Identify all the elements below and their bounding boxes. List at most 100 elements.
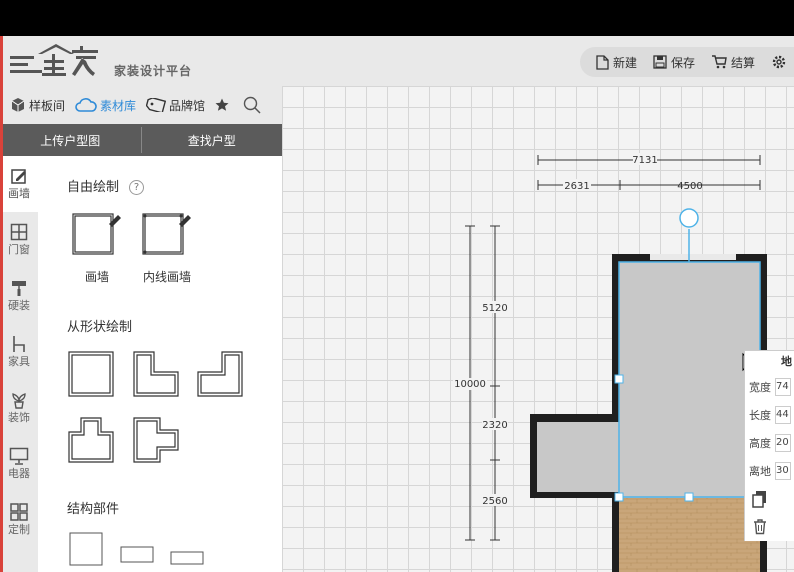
category-nav: 画墙 门窗 硬装 家具 装饰 电器 定制	[0, 156, 38, 572]
top-toolbar: 新建 保存 结算	[580, 47, 794, 77]
star-icon[interactable]	[215, 98, 229, 112]
dim-left-total: 10000	[454, 379, 486, 390]
header: 家装设计平台 新建 保存 结算	[0, 36, 794, 86]
shape-draw-title: 从形状绘制	[67, 320, 133, 335]
design-canvas[interactable]: 7131 2631 4500 10000 5120 2320 2560	[282, 86, 794, 572]
draw-wall-icon	[72, 213, 121, 255]
prop-elevation-input[interactable]: 30	[775, 462, 791, 480]
new-button[interactable]: 新建	[596, 54, 637, 71]
checkout-button[interactable]: 结算	[711, 54, 755, 71]
floorplan-actions: 上传户型图 查找户型	[0, 124, 282, 156]
l-room-shape[interactable]	[132, 350, 180, 398]
reverse-l-room-shape[interactable]	[196, 350, 244, 398]
side-room[interactable]	[537, 422, 619, 492]
rotate-handle[interactable]	[679, 208, 699, 228]
new-label: 新建	[613, 55, 638, 70]
nav-item-appliances[interactable]: 电器	[0, 436, 38, 492]
draw-wall-tool[interactable]: 画墙	[67, 210, 127, 285]
dim-seg-1: 5120	[482, 303, 507, 314]
main-room[interactable]	[619, 262, 760, 498]
paint-roller-icon	[12, 281, 26, 296]
prop-label: 宽度	[749, 381, 771, 394]
library-tabs: 样板间 素材库 品牌馆	[0, 86, 282, 124]
brand-logo	[10, 44, 98, 76]
window-edge	[0, 36, 3, 572]
tab-library-label: 素材库	[100, 98, 137, 113]
dim-seg-3: 2560	[482, 496, 507, 507]
tab-samples-label: 样板间	[29, 98, 66, 113]
draw-inner-wall-tool[interactable]: 内线画墙	[137, 210, 197, 285]
prop-length-input[interactable]: 44	[775, 406, 791, 424]
app-window: 家装设计平台 新建 保存 结算 样板间 素材库 品牌馆 上传户型图 查找户型 画…	[0, 36, 794, 572]
prop-label: 高度	[749, 437, 771, 450]
nav-label: 硬装	[8, 299, 30, 312]
prop-width-input[interactable]: 74	[775, 378, 791, 396]
grid-icon	[10, 503, 28, 521]
floorplan-drawing: 7131 2631 4500 10000 5120 2320 2560	[453, 153, 767, 572]
help-icon[interactable]: ?	[129, 180, 145, 195]
draw-inner-wall-icon	[142, 213, 191, 255]
prop-label: 长度	[749, 409, 771, 422]
settings-button[interactable]	[771, 54, 791, 70]
nav-label: 门窗	[8, 243, 30, 256]
draw-inner-wall-label: 内线画墙	[142, 270, 191, 284]
draw-wall-label: 画墙	[84, 270, 109, 284]
dim-top-right: 4500	[677, 181, 702, 192]
tab-brands-label: 品牌馆	[169, 98, 206, 113]
pencil-icon	[11, 169, 26, 184]
tool-panel: 自由绘制? 画墙 内线画墙 从形状绘制 结构部件	[38, 156, 282, 572]
column-part[interactable]	[69, 532, 103, 572]
beam-part[interactable]	[120, 546, 154, 572]
nav-item-doors-windows[interactable]: 门窗	[0, 212, 38, 268]
tag-icon	[146, 98, 167, 112]
checkout-label: 结算	[731, 55, 756, 70]
nav-item-hard-decor[interactable]: 硬装	[0, 268, 38, 324]
monitor-icon	[9, 447, 29, 465]
resize-handle-left[interactable]	[614, 374, 624, 384]
window-icon	[10, 223, 28, 241]
cross-room-shape[interactable]	[132, 416, 180, 464]
nav-label: 定制	[8, 523, 30, 536]
copy-row	[745, 485, 794, 513]
prop-height-row: 高度 20	[745, 429, 794, 457]
app-title: 家装设计平台	[114, 64, 193, 78]
prop-width-row: 宽度 74	[745, 373, 794, 401]
save-label: 保存	[671, 55, 696, 70]
find-floorplan-button[interactable]: 查找户型	[142, 124, 283, 156]
tab-brands[interactable]: 品牌馆	[146, 97, 205, 114]
prop-length-row: 长度 44	[745, 401, 794, 429]
structure-title: 结构部件	[67, 502, 120, 517]
nav-label: 画墙	[8, 187, 30, 200]
window-opening[interactable]	[650, 254, 736, 260]
copy-icon[interactable]	[752, 490, 768, 508]
prop-label: 离地	[749, 465, 771, 478]
resize-handle-bottom[interactable]	[684, 492, 694, 502]
tab-library[interactable]: 素材库	[75, 97, 136, 114]
nav-item-custom[interactable]: 定制	[0, 492, 38, 548]
square-room-shape[interactable]	[67, 350, 115, 398]
nav-item-draw-wall[interactable]: 画墙	[0, 156, 38, 212]
prop-elevation-row: 离地 30	[745, 457, 794, 485]
plant-icon	[12, 393, 26, 409]
dim-top-left: 2631	[564, 181, 589, 192]
dim-seg-2: 2320	[482, 420, 507, 431]
t-room-shape[interactable]	[67, 416, 115, 464]
save-button[interactable]: 保存	[653, 54, 695, 71]
properties-popup: 地 宽度 74 长度 44 高度 20 离地 30	[744, 350, 794, 541]
wall-part[interactable]	[170, 551, 204, 572]
new-file-icon	[596, 54, 609, 70]
nav-label: 家具	[8, 355, 30, 368]
nav-label: 电器	[8, 467, 30, 480]
cloud-icon	[75, 98, 97, 112]
nav-item-decoration[interactable]: 装饰	[0, 380, 38, 436]
search-icon[interactable]	[243, 96, 261, 114]
free-draw-label: 自由绘制	[67, 180, 120, 195]
tab-samples[interactable]: 样板间	[10, 97, 65, 114]
upload-floorplan-button[interactable]: 上传户型图	[0, 124, 141, 156]
prop-height-input[interactable]: 20	[775, 434, 791, 452]
dim-top-total: 7131	[632, 155, 657, 166]
trash-icon[interactable]	[753, 519, 767, 535]
wood-floor-room[interactable]	[619, 498, 760, 572]
resize-handle-bottom-left[interactable]	[614, 492, 624, 502]
nav-item-furniture[interactable]: 家具	[0, 324, 38, 380]
